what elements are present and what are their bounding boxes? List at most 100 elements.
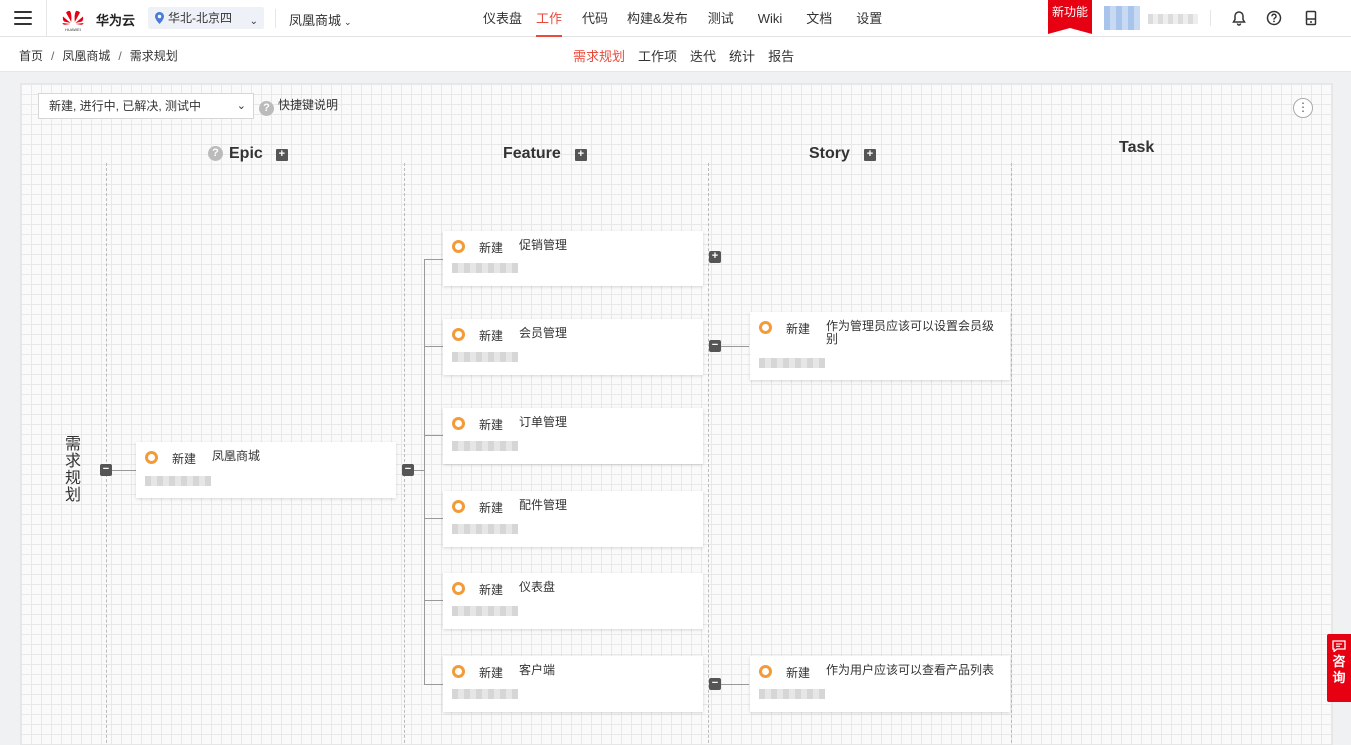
collapse-epic-icon[interactable]: − bbox=[402, 464, 414, 476]
nav-work[interactable]: 工作 bbox=[536, 0, 563, 37]
chevron-down-icon: ⌄ bbox=[249, 16, 258, 27]
card-assignee-blurred bbox=[759, 689, 825, 699]
column-feature-label: Feature bbox=[503, 145, 561, 162]
help-icon[interactable]: ? bbox=[208, 146, 223, 161]
consult-button[interactable]: 咨 询 bbox=[1327, 634, 1351, 702]
connector bbox=[721, 684, 749, 685]
breadcrumb-current: 需求规划 bbox=[129, 49, 178, 63]
card-title: 作为用户应该可以查看产品列表 bbox=[826, 663, 995, 677]
story-card[interactable]: 新建 作为管理员应该可以设置会员级别 bbox=[750, 312, 1010, 380]
sub-nav: 需求规划 工作项 迭代 统计 报告 bbox=[573, 46, 807, 65]
new-feature-badge[interactable]: 新功能 bbox=[1048, 0, 1092, 34]
divider bbox=[275, 9, 276, 28]
connector bbox=[424, 259, 425, 684]
card-title: 客户端 bbox=[519, 663, 556, 677]
huawei-logo[interactable]: HUAWEI bbox=[60, 6, 86, 32]
connector bbox=[424, 600, 443, 601]
shortcut-help-link[interactable]: ? 快捷键说明 bbox=[259, 96, 338, 116]
chat-icon bbox=[1332, 640, 1346, 652]
requirement-board: 新建, 进行中, 已解决, 测试中 ⌄ ? 快捷键说明 ⋮ ? Epic + Feat… bbox=[20, 83, 1333, 745]
column-task-label: Task bbox=[1119, 139, 1155, 156]
column-task: Task bbox=[1119, 139, 1154, 157]
help-icon: ? bbox=[259, 101, 274, 116]
column-divider bbox=[708, 163, 709, 744]
add-feature-icon[interactable]: + bbox=[574, 149, 587, 161]
card-status: 新建 bbox=[479, 501, 504, 515]
status-filter-select[interactable]: 新建, 进行中, 已解决, 测试中 ⌄ bbox=[38, 93, 254, 119]
project-selector[interactable]: 凤凰商城 ⌄ bbox=[289, 10, 352, 29]
feature-card[interactable]: 新建 促销管理 bbox=[443, 231, 703, 286]
card-title: 订单管理 bbox=[519, 415, 568, 429]
feature-card[interactable]: 新建 客户端 bbox=[443, 656, 703, 712]
help-icon[interactable] bbox=[1266, 10, 1282, 26]
column-feature: Feature + bbox=[503, 145, 587, 163]
root-label: 需求规划 bbox=[64, 436, 81, 504]
feature-card[interactable]: 新建 订单管理 bbox=[443, 408, 703, 464]
feature-card[interactable]: 新建 会员管理 bbox=[443, 319, 703, 375]
column-epic-label: Epic bbox=[229, 145, 263, 162]
add-epic-icon[interactable]: + bbox=[275, 149, 288, 161]
chevron-down-icon: ⌄ bbox=[344, 17, 352, 27]
user-account[interactable] bbox=[1104, 6, 1198, 30]
collapse-feature-icon[interactable]: − bbox=[709, 340, 721, 352]
status-filter-value: 新建, 进行中, 已解决, 测试中 bbox=[49, 99, 202, 113]
column-divider bbox=[106, 163, 107, 744]
card-title: 会员管理 bbox=[519, 326, 568, 340]
collapse-root-icon[interactable]: − bbox=[100, 464, 112, 476]
svg-text:HUAWEI: HUAWEI bbox=[65, 27, 81, 32]
connector bbox=[721, 346, 749, 347]
nav-settings[interactable]: 设置 bbox=[856, 0, 882, 37]
nav-test[interactable]: 测试 bbox=[708, 0, 734, 37]
card-status: 新建 bbox=[479, 583, 504, 597]
hamburger-menu-icon[interactable] bbox=[14, 11, 32, 25]
nav-wiki[interactable]: Wiki bbox=[758, 0, 783, 37]
status-new-icon bbox=[452, 582, 465, 595]
tab-requirement-planning[interactable]: 需求规划 bbox=[573, 46, 625, 65]
column-story-label: Story bbox=[809, 145, 850, 162]
divider bbox=[46, 0, 47, 37]
consult-label-2: 询 bbox=[1332, 670, 1346, 685]
divider bbox=[1210, 10, 1211, 26]
avatar bbox=[1104, 6, 1140, 30]
connector bbox=[414, 470, 424, 471]
nav-code[interactable]: 代码 bbox=[582, 0, 608, 37]
more-options-icon[interactable]: ⋮ bbox=[1293, 98, 1313, 118]
column-story: Story + bbox=[809, 145, 876, 163]
card-assignee-blurred bbox=[452, 524, 518, 534]
tab-work-items[interactable]: 工作项 bbox=[638, 46, 677, 65]
tab-iterations[interactable]: 迭代 bbox=[690, 46, 716, 65]
brand-name[interactable]: 华为云 bbox=[96, 10, 135, 29]
breadcrumb-project[interactable]: 凤凰商城 bbox=[62, 49, 110, 63]
card-assignee-blurred bbox=[145, 476, 211, 486]
status-new-icon bbox=[452, 500, 465, 513]
expand-feature-icon[interactable]: + bbox=[709, 251, 721, 263]
add-story-icon[interactable]: + bbox=[863, 149, 876, 161]
nav-build-release[interactable]: 构建&发布 bbox=[627, 0, 688, 37]
secondary-bar: 首页 / 凤凰商城 / 需求规划 需求规划 工作项 迭代 统计 报告 bbox=[0, 37, 1351, 72]
breadcrumb: 首页 / 凤凰商城 / 需求规划 bbox=[19, 49, 178, 63]
nav-docs[interactable]: 文档 bbox=[806, 0, 832, 37]
connector bbox=[112, 470, 136, 471]
collapse-feature-icon[interactable]: − bbox=[709, 678, 721, 690]
tab-reports[interactable]: 报告 bbox=[768, 46, 794, 65]
region-selector[interactable]: 华北-北京四 ⌄ bbox=[148, 7, 264, 29]
card-title: 仪表盘 bbox=[519, 580, 556, 594]
story-card[interactable]: 新建 作为用户应该可以查看产品列表 bbox=[750, 656, 1010, 712]
chevron-down-icon: ⌄ bbox=[236, 100, 246, 112]
card-status: 新建 bbox=[479, 329, 504, 343]
status-new-icon bbox=[759, 321, 772, 334]
tab-statistics[interactable]: 统计 bbox=[729, 46, 755, 65]
connector bbox=[424, 346, 443, 347]
clipboard-icon[interactable] bbox=[1303, 10, 1319, 26]
feature-card[interactable]: 新建 仪表盘 bbox=[443, 573, 703, 629]
consult-label-1: 咨 bbox=[1332, 654, 1346, 669]
epic-card[interactable]: 新建 凤凰商城 bbox=[136, 442, 396, 498]
nav-dashboard[interactable]: 仪表盘 bbox=[483, 0, 522, 37]
card-assignee-blurred bbox=[759, 358, 825, 368]
column-epic: ? Epic + bbox=[208, 145, 288, 163]
username-blurred bbox=[1148, 14, 1198, 24]
breadcrumb-home[interactable]: 首页 bbox=[19, 49, 43, 63]
bell-icon[interactable] bbox=[1231, 10, 1247, 26]
connector bbox=[424, 435, 443, 436]
feature-card[interactable]: 新建 配件管理 bbox=[443, 491, 703, 547]
